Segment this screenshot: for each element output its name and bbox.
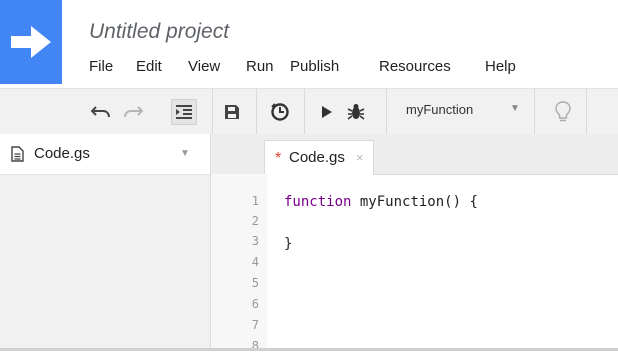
run-icon	[322, 105, 332, 118]
menu-run[interactable]: Run	[246, 58, 274, 75]
unsaved-marker: *	[275, 150, 282, 167]
line-number: 6	[251, 297, 259, 311]
save-button[interactable]	[220, 89, 244, 134]
toolbar: myFunction ▼	[0, 88, 618, 135]
app-header: Untitled project File Edit View Run Publ…	[0, 0, 618, 88]
line-number: 2	[251, 214, 259, 228]
project-title[interactable]: Untitled project	[89, 20, 229, 44]
hint-button[interactable]	[552, 89, 574, 134]
line-number: 5	[251, 276, 259, 290]
tab-code-gs[interactable]: * Code.gs ×	[264, 140, 374, 175]
menu-resources[interactable]: Resources	[379, 58, 451, 75]
editor-tab-strip: * Code.gs ×	[211, 134, 618, 175]
menu-view[interactable]: View	[188, 58, 220, 75]
line-number: 1	[251, 194, 259, 208]
redo-button[interactable]	[120, 89, 146, 134]
code-closing-brace: }	[284, 236, 293, 252]
menu-edit[interactable]: Edit	[136, 58, 162, 75]
document-icon	[11, 146, 24, 167]
tab-label: Code.gs	[289, 149, 345, 166]
function-select-value: myFunction	[406, 102, 474, 117]
debug-button[interactable]	[344, 89, 368, 134]
indent-toggle-button[interactable]	[170, 89, 198, 134]
lightbulb-icon	[555, 100, 571, 121]
chevron-down-icon: ▼	[510, 103, 520, 114]
apps-script-logo[interactable]	[0, 0, 62, 84]
undo-button[interactable]	[88, 89, 114, 134]
code-area[interactable]: function myFunction() { }	[284, 192, 478, 255]
indent-icon	[176, 104, 192, 119]
file-item-label: Code.gs	[34, 145, 90, 162]
menu-publish[interactable]: Publish	[290, 58, 339, 75]
arrow-right-icon	[11, 26, 51, 58]
triggers-clock-icon	[271, 102, 289, 121]
code-editor: * Code.gs × 1 2 3 4 5 6 7 8 function myF…	[211, 134, 618, 353]
triggers-button[interactable]	[268, 89, 292, 134]
line-number-gutter: 1 2 3 4 5 6 7 8	[211, 174, 267, 353]
file-menu-chevron-icon[interactable]: ▼	[180, 148, 190, 159]
file-item-code-gs[interactable]: Code.gs ▼	[0, 134, 210, 175]
menu-help[interactable]: Help	[485, 58, 516, 75]
function-select[interactable]: myFunction ▼	[394, 89, 528, 134]
line-number: 4	[251, 255, 259, 269]
file-sidebar: Code.gs ▼	[0, 134, 211, 351]
redo-icon	[124, 105, 143, 117]
save-icon	[225, 104, 239, 119]
run-button[interactable]	[316, 89, 338, 134]
menu-file[interactable]: File	[89, 58, 113, 75]
undo-icon	[91, 105, 110, 117]
close-icon[interactable]: ×	[356, 150, 364, 165]
line-number: 7	[251, 318, 259, 332]
code-signature: myFunction() {	[351, 194, 478, 210]
debug-bug-icon	[347, 103, 365, 120]
code-keyword: function	[284, 194, 352, 210]
line-number: 3	[251, 234, 259, 248]
